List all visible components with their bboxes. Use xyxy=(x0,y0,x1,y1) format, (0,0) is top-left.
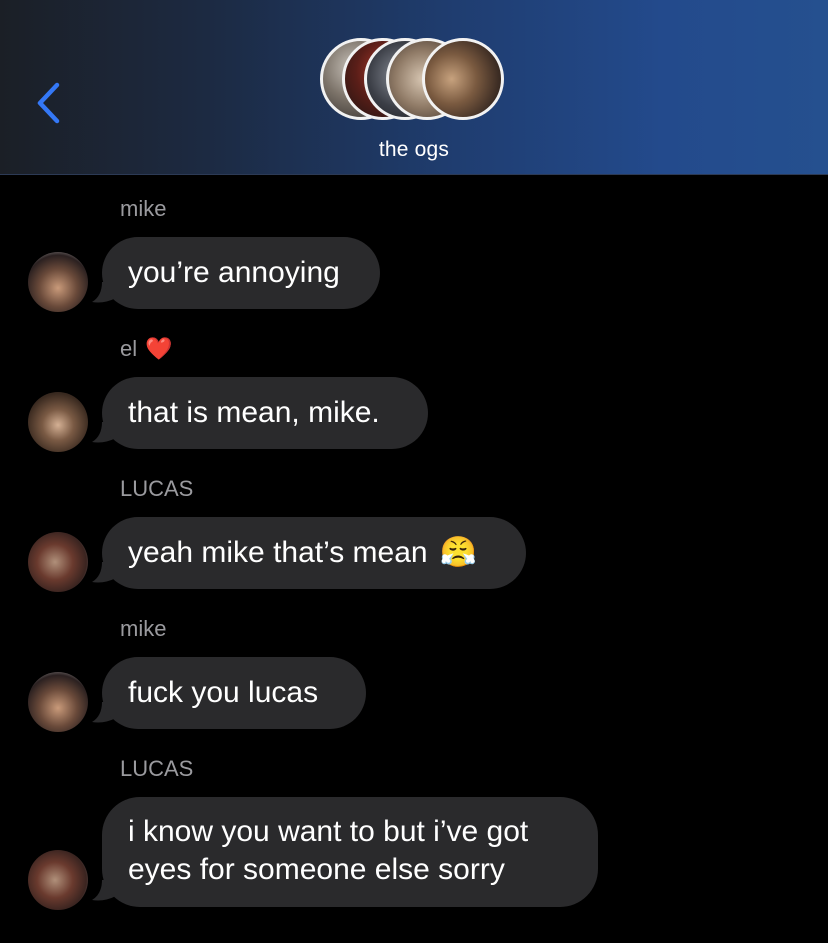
conversation-header: the ogs xyxy=(0,0,828,175)
message-bubble[interactable]: you’re annoying xyxy=(102,237,380,309)
message-text: that is mean, mike. xyxy=(128,396,380,429)
message-bubble[interactable]: yeah mike that’s mean 😤 xyxy=(102,517,526,589)
avatar[interactable] xyxy=(28,532,88,592)
message-text: yeah mike that’s mean xyxy=(128,536,428,569)
sender-label: el xyxy=(120,336,138,361)
sender-label: LUCAS xyxy=(120,756,194,781)
message-text-line: i know you want to but i’ve got xyxy=(128,815,529,848)
message-bubble[interactable]: that is mean, mike. xyxy=(102,377,428,449)
group-member-avatar xyxy=(422,38,504,120)
sender-name: LUCAS xyxy=(120,476,193,502)
message-bubble[interactable]: i know you want to but i’ve got eyes for… xyxy=(102,797,598,907)
sender-name: LUCAS xyxy=(120,756,193,782)
huffing-face-emoji-icon: 😤 xyxy=(439,536,477,569)
message-text: fuck you lucas xyxy=(128,676,319,709)
group-avatar-stack[interactable] xyxy=(320,38,508,124)
message-text-line: eyes for someone else sorry xyxy=(128,853,505,886)
avatar[interactable] xyxy=(28,252,88,312)
sender-name: mike xyxy=(120,616,166,642)
message-text: you’re annoying xyxy=(128,256,340,289)
sender-label: LUCAS xyxy=(120,476,194,501)
chevron-left-icon xyxy=(37,82,60,124)
sender-name: el ❤️ xyxy=(120,336,173,362)
avatar[interactable] xyxy=(28,850,88,910)
sender-label: mike xyxy=(120,616,167,641)
message-bubble[interactable]: fuck you lucas xyxy=(102,657,366,729)
sender-name: mike xyxy=(120,196,166,222)
back-button[interactable] xyxy=(24,76,72,130)
sender-label: mike xyxy=(120,196,167,221)
avatar[interactable] xyxy=(28,392,88,452)
heart-emoji-icon: ❤️ xyxy=(145,336,173,361)
avatar[interactable] xyxy=(28,672,88,732)
group-name[interactable]: the ogs xyxy=(0,138,828,162)
